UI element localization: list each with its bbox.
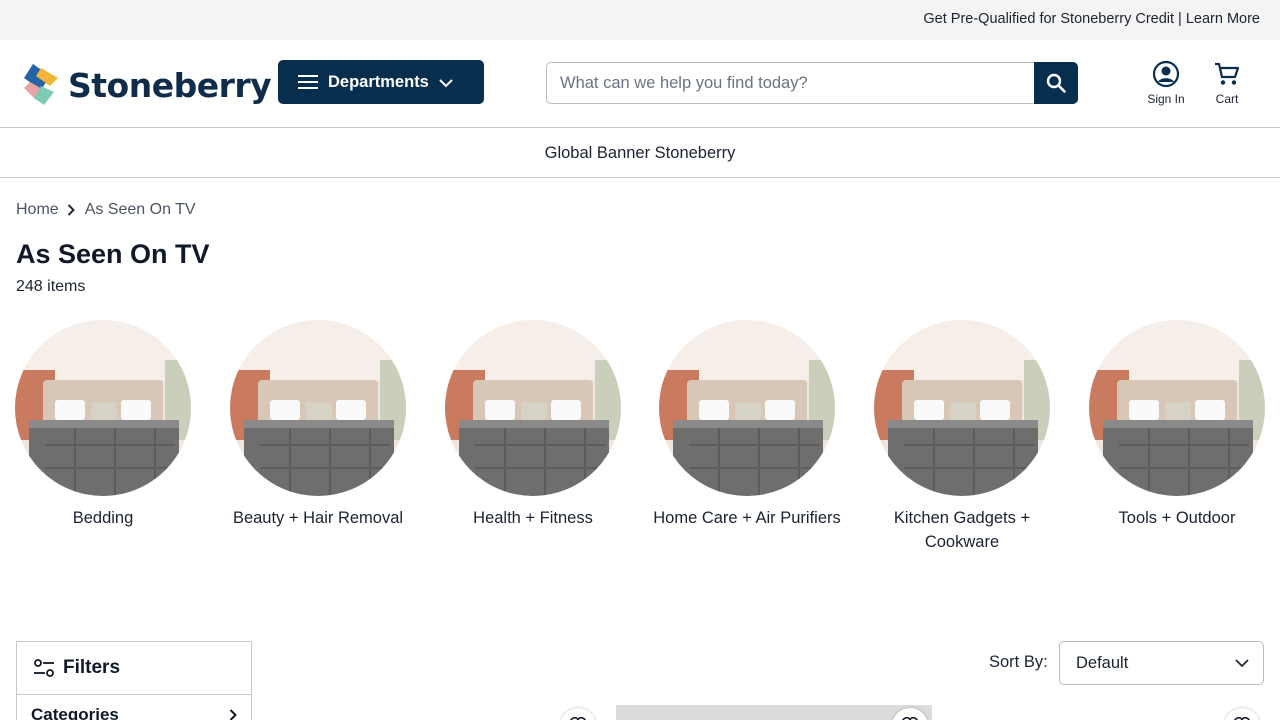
filters-title: Filters: [63, 657, 121, 678]
heart-icon: [570, 716, 586, 720]
sort-select[interactable]: Default: [1059, 641, 1264, 685]
search-input[interactable]: [546, 62, 1035, 104]
heart-icon: [1234, 716, 1250, 720]
category-kitchen-gadgets-cookware[interactable]: Kitchen Gadgets + Cookware: [862, 320, 1062, 554]
sliders-icon: [34, 659, 54, 677]
category-label: Kitchen Gadgets + Cookware: [893, 509, 1031, 551]
search-bar: [546, 62, 1078, 104]
product-image[interactable]: [616, 705, 932, 720]
sort-selected-value: Default: [1076, 653, 1129, 672]
promo-bar: Get Pre-Qualified for Stoneberry Credit …: [0, 0, 1280, 40]
chevron-down-icon: [439, 79, 453, 88]
item-count: 248 items: [16, 278, 86, 295]
chevron-right-icon: [67, 204, 75, 216]
breadcrumb-current: As Seen On TV: [84, 201, 196, 218]
wishlist-button[interactable]: [1224, 708, 1260, 720]
filters-header[interactable]: Filters: [17, 642, 251, 695]
breadcrumb: Home As Seen On TV: [16, 200, 196, 220]
category-label: Tools + Outdoor: [1118, 509, 1236, 527]
account-icon: [1152, 60, 1180, 88]
cart-icon: [1215, 62, 1240, 85]
search-icon: [1046, 73, 1066, 93]
wishlist-button[interactable]: [560, 708, 596, 720]
category-label: Bedding: [72, 509, 134, 527]
filter-section-categories[interactable]: Categories: [17, 695, 251, 720]
logo-mark-icon: [24, 64, 58, 105]
category-image: [15, 320, 191, 496]
chevron-down-icon: [1235, 659, 1249, 668]
category-image: [230, 320, 406, 496]
departments-label: Departments: [328, 72, 429, 91]
category-image: [445, 320, 621, 496]
category-beauty-hair-removal[interactable]: Beauty + Hair Removal: [218, 320, 418, 530]
sign-in-button[interactable]: Sign In: [1140, 60, 1192, 106]
hamburger-icon: [298, 75, 318, 89]
category-label: Home Care + Air Purifiers: [653, 509, 841, 527]
breadcrumb-home-link[interactable]: Home: [16, 201, 59, 219]
category-tools-outdoor[interactable]: Tools + Outdoor: [1077, 320, 1277, 530]
page-title: As Seen On TV: [16, 239, 210, 269]
cart-label: Cart: [1215, 92, 1239, 106]
sort-by-label: Sort By:: [989, 653, 1048, 671]
logo-text: Stoneberry: [68, 65, 272, 105]
search-button[interactable]: [1034, 62, 1078, 104]
category-label: Beauty + Hair Removal: [232, 509, 404, 527]
category-image: [1089, 320, 1265, 496]
global-banner-text: Global Banner Stoneberry: [544, 143, 736, 162]
promo-link[interactable]: Get Pre-Qualified for Stoneberry Credit …: [923, 11, 1260, 27]
stoneberry-logo[interactable]: Stoneberry: [24, 62, 272, 108]
category-bedding[interactable]: Bedding: [3, 320, 203, 530]
category-image: [659, 320, 835, 496]
heart-icon: [902, 716, 918, 720]
departments-button[interactable]: Departments: [278, 60, 484, 104]
filter-section-label: Categories: [31, 705, 119, 720]
category-health-fitness[interactable]: Health + Fitness: [433, 320, 633, 530]
global-banner[interactable]: Global Banner Stoneberry: [0, 129, 1280, 178]
filters-panel: Filters Categories: [16, 641, 252, 720]
chevron-right-icon: [229, 709, 237, 720]
site-header: Stoneberry Departments Sign In: [0, 40, 1280, 128]
category-home-care-air-purifiers[interactable]: Home Care + Air Purifiers: [647, 320, 847, 530]
cart-button[interactable]: Cart: [1206, 60, 1248, 106]
category-label: Health + Fitness: [473, 509, 593, 527]
category-image: [874, 320, 1050, 496]
category-carousel: Bedding Beauty + Hair Removal Health + F…: [0, 320, 1280, 560]
sign-in-label: Sign In: [1147, 92, 1185, 106]
